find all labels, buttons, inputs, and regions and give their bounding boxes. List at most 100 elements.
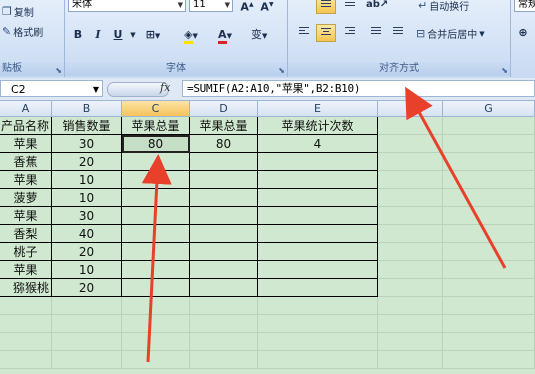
orientation-button[interactable]: ab↗ bbox=[366, 0, 388, 14]
table-header-cell[interactable]: 苹果总量 bbox=[190, 117, 258, 135]
table-cell[interactable]: 30 bbox=[52, 135, 122, 153]
empty-cell[interactable] bbox=[258, 315, 378, 333]
insert-function-icon[interactable]: fx bbox=[160, 81, 170, 94]
table-header-cell[interactable]: 苹果统计次数 bbox=[258, 117, 378, 135]
table-cell[interactable] bbox=[190, 153, 258, 171]
empty-cell[interactable] bbox=[443, 261, 535, 279]
font-size-select[interactable]: 11 ▼ bbox=[189, 0, 233, 12]
table-cell[interactable] bbox=[190, 189, 258, 207]
phonetic-button[interactable]: 变▼ bbox=[251, 26, 267, 44]
empty-cell[interactable] bbox=[52, 297, 122, 315]
table-cell[interactable]: 4 bbox=[258, 135, 378, 153]
empty-cell[interactable] bbox=[378, 279, 443, 297]
currency-format-icon[interactable]: ⊕ bbox=[515, 24, 531, 42]
fill-color-button[interactable]: ◈▼ bbox=[183, 26, 199, 44]
table-cell[interactable]: 苹果 bbox=[0, 261, 52, 279]
table-cell[interactable] bbox=[258, 207, 378, 225]
empty-cell[interactable] bbox=[0, 351, 52, 369]
empty-cell[interactable] bbox=[190, 351, 258, 369]
empty-cell[interactable] bbox=[378, 189, 443, 207]
empty-cell[interactable] bbox=[258, 297, 378, 315]
table-cell[interactable]: 猕猴桃 bbox=[0, 279, 52, 297]
empty-cell[interactable] bbox=[122, 333, 190, 351]
column-header-b[interactable]: B bbox=[52, 101, 122, 117]
grow-font-icon[interactable]: A▲ bbox=[239, 0, 255, 14]
empty-cell[interactable] bbox=[378, 315, 443, 333]
column-header-a[interactable]: A bbox=[0, 101, 52, 117]
table-cell[interactable] bbox=[190, 279, 258, 297]
empty-cell[interactable] bbox=[378, 171, 443, 189]
merge-center-button[interactable]: ⊟ 合并后居中 ▼ bbox=[416, 26, 485, 41]
table-cell[interactable]: 20 bbox=[52, 243, 122, 261]
alignment-launcher-icon[interactable]: ⬊ bbox=[501, 66, 508, 75]
table-cell[interactable]: 40 bbox=[52, 225, 122, 243]
table-cell[interactable] bbox=[190, 243, 258, 261]
table-cell[interactable] bbox=[122, 207, 190, 225]
decrease-indent-button[interactable] bbox=[366, 24, 386, 42]
empty-cell[interactable] bbox=[443, 225, 535, 243]
empty-cell[interactable] bbox=[52, 315, 122, 333]
empty-cell[interactable] bbox=[0, 333, 52, 351]
empty-cell[interactable] bbox=[258, 351, 378, 369]
align-middle-button[interactable] bbox=[340, 0, 360, 14]
empty-cell[interactable] bbox=[443, 279, 535, 297]
table-cell[interactable] bbox=[258, 171, 378, 189]
column-header-e[interactable]: E bbox=[258, 101, 378, 117]
empty-cell[interactable] bbox=[122, 315, 190, 333]
table-cell[interactable]: 10 bbox=[52, 189, 122, 207]
table-cell[interactable]: 10 bbox=[52, 261, 122, 279]
table-cell[interactable] bbox=[258, 189, 378, 207]
empty-cell[interactable] bbox=[190, 333, 258, 351]
empty-cell[interactable] bbox=[443, 297, 535, 315]
empty-cell[interactable] bbox=[378, 153, 443, 171]
table-cell[interactable] bbox=[258, 225, 378, 243]
empty-cell[interactable] bbox=[378, 135, 443, 153]
bold-button[interactable]: B bbox=[70, 26, 86, 44]
column-header-g[interactable]: G bbox=[443, 101, 535, 117]
empty-cell[interactable] bbox=[190, 315, 258, 333]
table-cell[interactable] bbox=[122, 225, 190, 243]
table-cell[interactable]: 苹果 bbox=[0, 171, 52, 189]
table-cell[interactable] bbox=[190, 225, 258, 243]
table-cell[interactable] bbox=[258, 279, 378, 297]
table-cell[interactable] bbox=[190, 171, 258, 189]
empty-cell[interactable] bbox=[443, 315, 535, 333]
table-cell[interactable] bbox=[190, 261, 258, 279]
empty-cell[interactable] bbox=[378, 261, 443, 279]
align-center-button[interactable] bbox=[316, 24, 336, 42]
empty-cell[interactable] bbox=[258, 333, 378, 351]
font-name-select[interactable]: 宋体 ▼ bbox=[68, 0, 186, 12]
empty-cell[interactable] bbox=[378, 225, 443, 243]
table-cell[interactable] bbox=[122, 261, 190, 279]
empty-cell[interactable] bbox=[0, 315, 52, 333]
empty-cell[interactable] bbox=[443, 243, 535, 261]
empty-cell[interactable] bbox=[378, 207, 443, 225]
increase-indent-button[interactable] bbox=[388, 24, 408, 42]
formula-input[interactable]: =SUMIF(A2:A10,"苹果",B2:B10) bbox=[182, 80, 535, 97]
table-header-cell[interactable]: 产品名称 bbox=[0, 117, 52, 135]
table-cell[interactable] bbox=[190, 207, 258, 225]
underline-dropdown-icon[interactable]: ▼ bbox=[125, 26, 141, 44]
align-right-button[interactable] bbox=[340, 24, 360, 42]
table-cell[interactable]: 桃子 bbox=[0, 243, 52, 261]
number-format-select[interactable]: 常规 bbox=[514, 0, 535, 12]
empty-cell[interactable] bbox=[378, 117, 443, 135]
copy-button[interactable]: ❐ 复制 bbox=[2, 4, 34, 19]
table-cell[interactable]: 20 bbox=[52, 153, 122, 171]
font-launcher-icon[interactable]: ⬊ bbox=[278, 66, 285, 75]
table-cell[interactable] bbox=[122, 171, 190, 189]
empty-cell[interactable] bbox=[443, 171, 535, 189]
table-cell[interactable]: 10 bbox=[52, 171, 122, 189]
empty-cell[interactable] bbox=[378, 297, 443, 315]
empty-cell[interactable] bbox=[443, 189, 535, 207]
table-cell[interactable]: 30 bbox=[52, 207, 122, 225]
underline-button[interactable]: U bbox=[110, 26, 126, 44]
table-header-cell[interactable]: 苹果总量 bbox=[122, 117, 190, 135]
format-painter-button[interactable]: ✎ 格式刷 bbox=[2, 24, 43, 39]
empty-cell[interactable] bbox=[52, 333, 122, 351]
empty-cell[interactable] bbox=[378, 333, 443, 351]
empty-cell[interactable] bbox=[190, 297, 258, 315]
column-header-f[interactable]: F bbox=[378, 101, 443, 117]
table-cell[interactable] bbox=[258, 153, 378, 171]
empty-cell[interactable] bbox=[378, 243, 443, 261]
